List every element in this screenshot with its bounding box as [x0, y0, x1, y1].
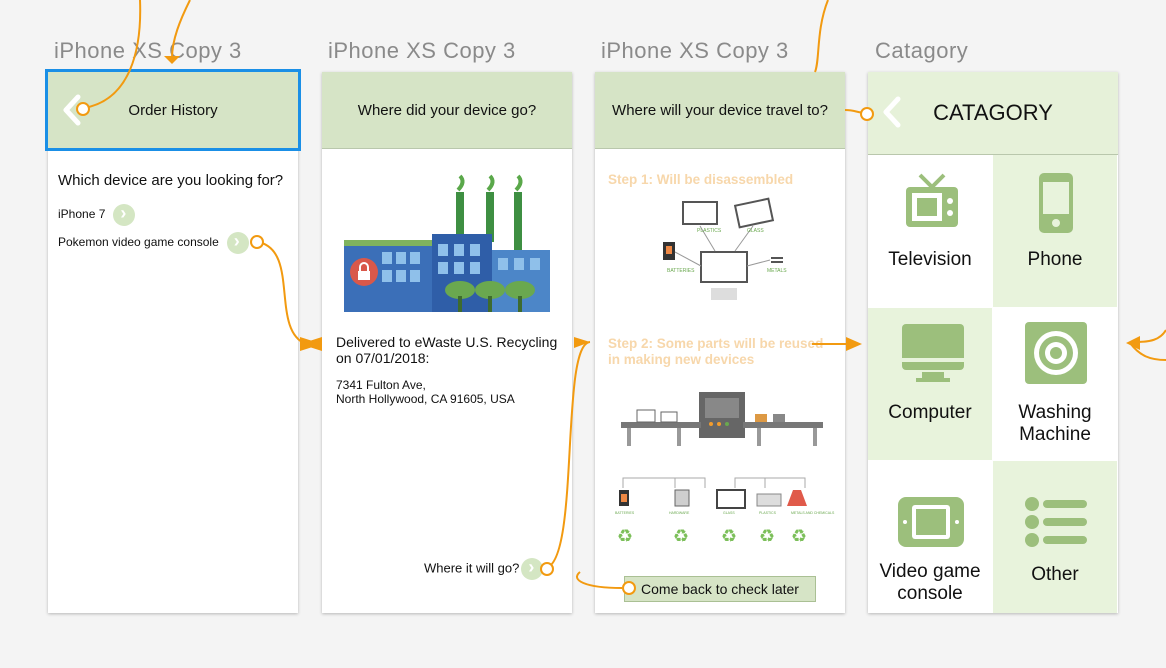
address-line: North Hollywood, CA 91605, USA — [336, 392, 515, 406]
category-label: Computer — [888, 402, 972, 423]
order-item[interactable]: Pokemon video game console — [58, 231, 249, 254]
computer-icon — [902, 324, 964, 382]
game-console-icon — [898, 497, 964, 547]
artboard-title: iPhone XS Copy 3 — [601, 38, 789, 63]
bin-label: BATTERIES — [615, 511, 635, 515]
disassembly-illustration: BATTERIES PLASTICS GLASS METALS — [663, 197, 787, 300]
device-question: Which device are you looking for? — [58, 172, 284, 189]
phone-icon — [1039, 173, 1073, 233]
delivered-text: Delivered to eWaste U.S. Recycling on 07… — [336, 334, 558, 366]
hotspot-connector — [76, 102, 90, 116]
category-video-game-console[interactable]: Video game console — [868, 461, 992, 613]
conveyor-illustration — [621, 392, 823, 446]
category-phone[interactable]: Phone — [993, 155, 1117, 307]
category-computer[interactable]: Computer — [868, 308, 992, 460]
header-title: Where did your device go? — [357, 101, 537, 119]
category-label: Phone — [1027, 249, 1083, 270]
bin-label: HARDWARE — [669, 511, 690, 515]
part-label: METALS — [767, 268, 787, 274]
part-label: BATTERIES — [667, 268, 695, 274]
category-label: Washing Machine — [1018, 402, 1092, 445]
list-icon — [1025, 497, 1087, 547]
television-icon — [906, 173, 958, 227]
category-television[interactable]: Television — [868, 155, 992, 307]
category-label: Other — [1031, 564, 1079, 585]
come-back-later-button[interactable]: Come back to check later — [624, 576, 816, 602]
part-label: GLASS — [747, 228, 764, 234]
recycle-icon: ♻ — [617, 526, 633, 547]
washing-machine-icon — [1025, 322, 1087, 384]
order-item[interactable]: iPhone 7 — [58, 203, 136, 226]
hotspot-connector — [540, 562, 554, 576]
recycle-bins-illustration: BATTERIES HARDWARE GLASS PLASTICS METALS… — [615, 477, 835, 547]
travel-screen: Where will your device travel to? Step 1… — [595, 72, 845, 613]
header-title: Where will your device travel to? — [612, 101, 828, 119]
artboard-title: iPhone XS Copy 3 — [328, 38, 516, 63]
bin-label: PLASTICS — [759, 511, 777, 515]
header-title: CATAGORY — [933, 100, 1053, 125]
hotspot-connector — [860, 107, 874, 121]
link-label: Where it will go? — [424, 560, 520, 576]
recycle-icon: ♻ — [759, 526, 775, 547]
recycle-icon: ♻ — [791, 526, 807, 547]
factory-illustration — [344, 174, 550, 312]
bin-label: METALS AND CHEMICALS — [791, 511, 835, 515]
chevron-right-icon[interactable] — [226, 231, 249, 254]
category-other[interactable]: Other — [993, 461, 1117, 613]
hotspot-connector — [250, 235, 264, 249]
recycle-icon: ♻ — [673, 526, 689, 547]
hotspot-connector — [622, 581, 636, 595]
step-2-title: Step 2: Some parts will be reused in mak… — [608, 336, 824, 367]
order-item-label: Pokemon video game console — [58, 235, 219, 250]
address-line: 7341 Fulton Ave, — [336, 378, 426, 392]
category-washing-machine[interactable]: Washing Machine — [993, 308, 1117, 460]
order-item-label: iPhone 7 — [58, 207, 106, 222]
part-label: PLASTICS — [697, 228, 722, 234]
category-label: Video game console — [879, 561, 981, 604]
where-go-header: Where did your device go? — [322, 72, 572, 149]
category-label: Television — [888, 249, 972, 270]
recycle-icon: ♻ — [721, 526, 737, 547]
travel-header: Where will your device travel to? — [595, 72, 845, 149]
category-header: CATAGORY — [868, 72, 1118, 155]
artboard-title: Catagory — [875, 38, 969, 63]
artboard-title: iPhone XS Copy 3 — [54, 38, 242, 63]
step-1-title: Step 1: Will be disassembled — [608, 172, 794, 187]
where-device-go-screen: Where did your device go? Delivered to e… — [322, 72, 572, 613]
order-history-screen: Order History Which device are you looki… — [48, 72, 298, 613]
where-it-will-go-link[interactable]: Where it will go? — [424, 557, 544, 580]
bin-label: GLASS — [723, 511, 735, 515]
back-chevron-icon[interactable] — [882, 96, 902, 128]
category-screen: CATAGORY Television Phone Computer Washi… — [868, 72, 1118, 613]
chevron-right-icon[interactable] — [113, 203, 136, 226]
